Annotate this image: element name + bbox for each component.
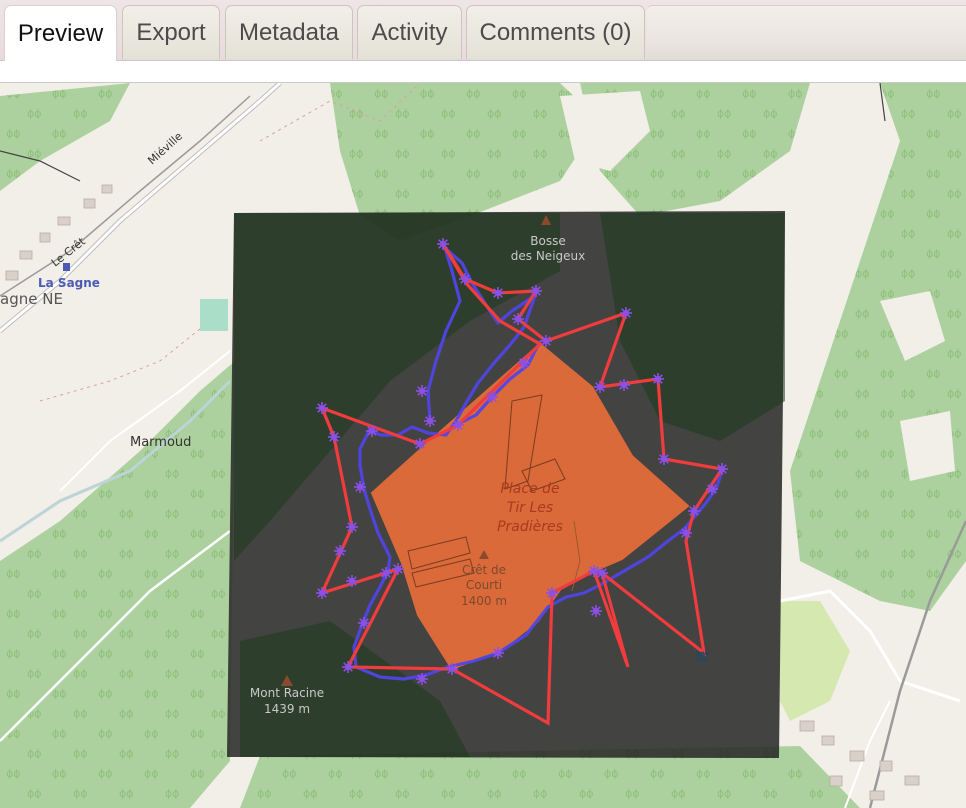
tab-metadata[interactable]: Metadata xyxy=(225,5,353,59)
waypoint-marker[interactable] xyxy=(658,453,670,465)
waypoint-marker[interactable] xyxy=(346,521,358,533)
waypoint-marker[interactable] xyxy=(354,481,366,493)
label-marmoud: Marmoud xyxy=(130,435,191,450)
waypoint-marker[interactable] xyxy=(334,545,346,557)
label-mont-racine: Mont Racine xyxy=(250,686,324,700)
waypoint-marker[interactable] xyxy=(540,335,552,347)
waypoint-marker[interactable] xyxy=(437,238,449,250)
tab-activity-label: Activity xyxy=(371,18,448,46)
waypoint-marker[interactable] xyxy=(590,605,602,617)
waypoint-marker[interactable] xyxy=(416,385,428,397)
waypoint-marker[interactable] xyxy=(459,273,471,285)
tab-comments-label: Comments (0) xyxy=(479,18,632,46)
tab-bar: Preview Export Metadata Activity Comment… xyxy=(0,0,966,61)
tab-export[interactable]: Export xyxy=(122,5,220,59)
waypoint-marker[interactable] xyxy=(620,307,632,319)
tab-comments[interactable]: Comments (0) xyxy=(466,5,645,59)
la-sagne-station-icon xyxy=(63,263,70,271)
label-mont-racine-elevation: 1439 m xyxy=(264,702,310,716)
waypoint-marker[interactable] xyxy=(358,617,370,629)
tab-activity[interactable]: Activity xyxy=(357,5,462,59)
waypoint-marker[interactable] xyxy=(366,425,378,437)
waypoint-marker[interactable] xyxy=(588,565,600,577)
waypoint-marker[interactable] xyxy=(546,587,558,599)
label-cret-elevation: 1400 m xyxy=(461,594,507,608)
waypoint-marker[interactable] xyxy=(652,373,664,385)
waypoint-marker[interactable] xyxy=(424,415,436,427)
waypoint-marker[interactable] xyxy=(486,391,498,403)
waypoint-marker[interactable] xyxy=(596,567,608,579)
waypoint-marker[interactable] xyxy=(342,661,354,673)
waypoint-marker[interactable] xyxy=(452,419,464,431)
waypoint-marker[interactable] xyxy=(594,381,606,393)
tab-bar-filler xyxy=(646,5,966,60)
waypoint-marker[interactable] xyxy=(316,402,328,414)
sports-field xyxy=(200,299,228,331)
map-canvas[interactable]: ɸɸ ɸɸ xyxy=(0,83,966,808)
viewpoint-icon: ⛫ xyxy=(696,649,709,665)
tab-preview[interactable]: Preview xyxy=(4,5,117,61)
waypoint-marker[interactable] xyxy=(414,438,426,450)
waypoint-marker[interactable] xyxy=(316,587,328,599)
map-preview[interactable]: ɸɸ ɸɸ xyxy=(0,82,966,808)
waypoint-marker[interactable] xyxy=(688,505,700,517)
waypoint-marker[interactable] xyxy=(492,287,504,299)
label-la-sagne: La Sagne xyxy=(38,276,100,290)
waypoint-marker[interactable] xyxy=(392,563,404,575)
label-cret-de: Crêt de xyxy=(462,563,506,577)
waypoint-marker[interactable] xyxy=(380,567,392,579)
waypoint-marker[interactable] xyxy=(346,575,358,587)
waypoint-marker[interactable] xyxy=(446,663,458,675)
waypoint-marker[interactable] xyxy=(518,357,530,369)
waypoint-marker[interactable] xyxy=(530,285,542,297)
tab-preview-label: Preview xyxy=(17,19,104,47)
waypoint-marker[interactable] xyxy=(492,647,504,659)
tab-metadata-label: Metadata xyxy=(238,18,340,46)
label-des-neigeux: des Neigeux xyxy=(511,249,585,263)
tab-export-label: Export xyxy=(136,18,206,46)
label-tir-les: Tir Les xyxy=(507,500,553,516)
waypoint-marker[interactable] xyxy=(680,527,692,539)
label-courti: Courti xyxy=(466,578,502,592)
label-pradieres: Pradières xyxy=(497,519,563,535)
waypoint-marker[interactable] xyxy=(618,379,630,391)
waypoint-marker[interactable] xyxy=(716,463,728,475)
label-bosse: Bosse xyxy=(530,234,565,248)
label-la-sagne-ne: agne NE xyxy=(0,290,63,308)
waypoint-marker[interactable] xyxy=(416,673,428,685)
waypoint-marker[interactable] xyxy=(328,431,340,443)
waypoint-marker[interactable] xyxy=(706,483,718,495)
label-place-de: Place de xyxy=(500,481,559,497)
waypoint-marker[interactable] xyxy=(512,313,524,325)
